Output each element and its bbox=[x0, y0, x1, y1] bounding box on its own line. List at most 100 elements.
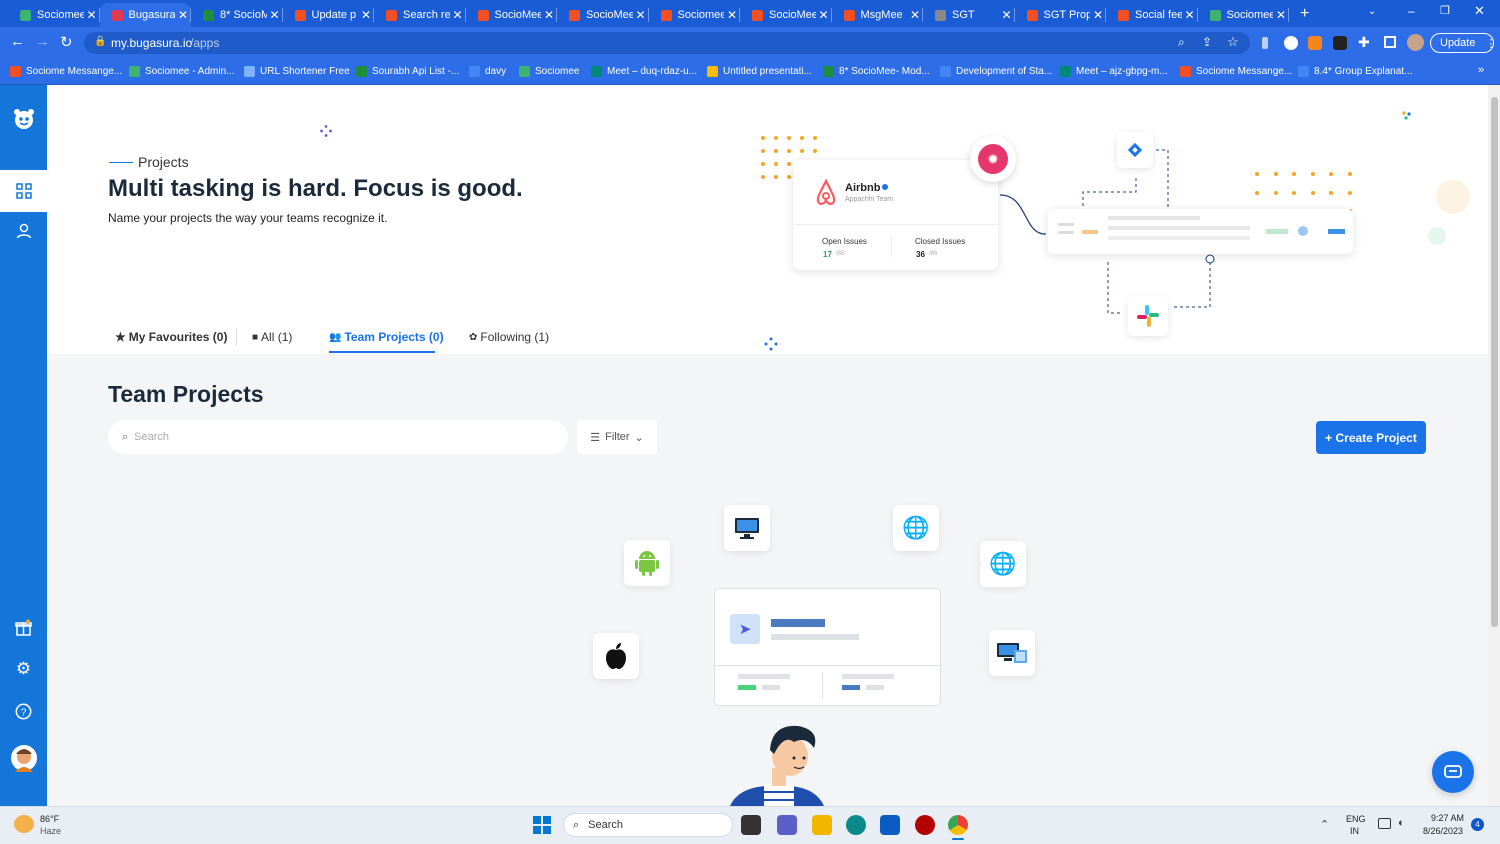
tab-close-icon[interactable]: ✕ bbox=[724, 8, 740, 22]
create-project-button[interactable]: + Create Project bbox=[1316, 421, 1426, 454]
tab-close-icon[interactable]: ✕ bbox=[999, 8, 1015, 22]
tab-search-icon[interactable]: ⌄ bbox=[1368, 6, 1376, 17]
puzzle-icon[interactable]: ✚ bbox=[1358, 34, 1370, 51]
bookmark-item[interactable]: Sourabh Api List -... bbox=[356, 64, 459, 78]
tab-close-icon[interactable]: ✕ bbox=[450, 8, 466, 22]
tab-all[interactable]: ■ All (1) bbox=[252, 330, 292, 344]
bookmark-label: davy bbox=[485, 65, 507, 77]
browser-tab[interactable]: Sociomee ✕ bbox=[649, 3, 740, 27]
weather-icon[interactable] bbox=[14, 815, 34, 833]
person-illustration bbox=[730, 725, 824, 806]
restore-icon[interactable]: ❐ bbox=[1440, 4, 1450, 17]
tab-close-icon[interactable]: ✕ bbox=[907, 8, 923, 22]
extension-plus-icon[interactable] bbox=[1284, 36, 1298, 50]
browser-tab[interactable]: Sociomee ✕ bbox=[8, 3, 100, 27]
network-icon[interactable]: ◐ bbox=[1398, 817, 1405, 829]
bookmark-star-icon[interactable]: ☆ bbox=[1227, 34, 1239, 50]
user-avatar[interactable] bbox=[0, 738, 47, 778]
bookmark-item[interactable]: davy bbox=[469, 64, 506, 78]
lang-primary[interactable]: ENG bbox=[1346, 814, 1366, 824]
bookmark-item[interactable]: 8* SocioMee- Mod... bbox=[823, 64, 930, 78]
profile-avatar[interactable] bbox=[1407, 34, 1424, 51]
teams-icon[interactable] bbox=[777, 815, 797, 835]
bookmark-item[interactable]: Sociomee - Admin... bbox=[129, 64, 234, 78]
browser-tab[interactable]: SGT ✕ bbox=[923, 3, 1015, 27]
search-input[interactable]: ⌕ Search bbox=[108, 420, 568, 454]
tab-following[interactable]: ✿ Following (1) bbox=[469, 330, 549, 344]
bookmark-item[interactable]: Sociome Messange... bbox=[10, 64, 122, 78]
bookmark-item[interactable]: URL Shortener Free bbox=[244, 64, 350, 78]
gift-icon[interactable] bbox=[0, 607, 47, 647]
browser-tab[interactable]: Update p ✕ bbox=[283, 3, 374, 27]
bookmark-item[interactable]: Development of Sta... bbox=[940, 64, 1052, 78]
share-icon[interactable]: ⇪ bbox=[1202, 35, 1212, 49]
browser-tab[interactable]: SocioMee ✕ bbox=[466, 3, 557, 27]
taskbar-search[interactable]: ⌕ Search bbox=[563, 813, 733, 837]
app-red-icon[interactable] bbox=[915, 815, 935, 835]
extension-icon[interactable] bbox=[1262, 37, 1268, 49]
more-bookmarks-icon[interactable]: » bbox=[1478, 64, 1484, 76]
tab-close-icon[interactable]: ✕ bbox=[175, 8, 191, 22]
update-button[interactable]: Update ⋮ bbox=[1430, 33, 1496, 53]
back-icon[interactable]: ← bbox=[10, 33, 25, 50]
tab-team-projects[interactable]: 👥 Team Projects (0) bbox=[329, 330, 444, 344]
new-tab-button[interactable]: + bbox=[1300, 5, 1309, 23]
metamask-icon[interactable] bbox=[1308, 36, 1322, 50]
store-icon[interactable] bbox=[880, 815, 900, 835]
close-window-icon[interactable]: ✕ bbox=[1474, 3, 1485, 19]
side-panel-icon[interactable] bbox=[1384, 36, 1396, 48]
browser-tab[interactable]: SocioMee ✕ bbox=[740, 3, 832, 27]
tab-close-icon[interactable]: ✕ bbox=[1090, 8, 1106, 22]
monitor-icon[interactable] bbox=[1378, 818, 1391, 829]
user-nav-icon[interactable] bbox=[0, 211, 47, 251]
help-icon[interactable]: ? bbox=[0, 691, 47, 731]
tab-close-icon[interactable]: ✕ bbox=[541, 8, 557, 22]
browser-tab[interactable]: SGT Prop ✕ bbox=[1015, 3, 1106, 27]
tab-title: Update p bbox=[311, 9, 357, 21]
browser-tab[interactable]: MsgMee ✕ bbox=[832, 3, 923, 27]
projects-nav-icon[interactable] bbox=[0, 170, 47, 212]
forward-icon[interactable]: → bbox=[35, 33, 50, 50]
airbnb-logo-icon bbox=[809, 176, 843, 210]
tab-close-icon[interactable]: ✕ bbox=[267, 8, 283, 22]
tab-close-icon[interactable]: ✕ bbox=[633, 8, 649, 22]
tab-close-icon[interactable]: ✕ bbox=[1273, 8, 1289, 22]
file-explorer-icon[interactable] bbox=[812, 815, 832, 835]
browser-tab[interactable]: Bugasura ✕ bbox=[99, 3, 191, 27]
tab-close-icon[interactable]: ✕ bbox=[84, 8, 100, 22]
minimize-icon[interactable]: – bbox=[1408, 4, 1415, 18]
chrome-icon[interactable] bbox=[948, 815, 968, 835]
bookmark-item[interactable]: 8.4* Group Explanat... bbox=[1298, 64, 1412, 78]
bookmark-item[interactable]: Sociomee bbox=[519, 64, 579, 78]
bookmark-item[interactable]: Sociome Messange... bbox=[1180, 64, 1292, 78]
tab-close-icon[interactable]: ✕ bbox=[816, 8, 832, 22]
tab-close-icon[interactable]: ✕ bbox=[1182, 8, 1198, 22]
scrollbar-thumb[interactable] bbox=[1491, 97, 1498, 627]
windows-start-icon[interactable] bbox=[533, 816, 551, 834]
bookmark-item[interactable]: Meet – ajz-gbpg-m... bbox=[1060, 64, 1168, 78]
browser-tab[interactable]: Social fee ✕ bbox=[1106, 3, 1198, 27]
tab-close-icon[interactable]: ✕ bbox=[358, 8, 374, 22]
settings-gear-icon[interactable]: ⚙ bbox=[0, 649, 47, 689]
tray-chevron-icon[interactable]: ⌃ bbox=[1320, 818, 1329, 831]
zoom-icon[interactable]: ⌕ bbox=[1178, 35, 1185, 50]
browser-tab[interactable]: Sociomee ✕ bbox=[1198, 3, 1289, 27]
reload-icon[interactable]: ↻ bbox=[60, 33, 73, 51]
bookmark-item[interactable]: Meet – duq-rdaz-u... bbox=[591, 64, 697, 78]
chat-button[interactable] bbox=[1432, 751, 1474, 793]
tab-my-favourites[interactable]: ★ My Favourites (0) bbox=[115, 330, 227, 344]
placeholder-bar bbox=[1108, 226, 1250, 230]
edge-icon[interactable] bbox=[846, 815, 866, 835]
clock-time[interactable]: 9:27 AM bbox=[1431, 813, 1464, 823]
filter-button[interactable]: ☰ Filter ⌄ bbox=[577, 420, 657, 454]
bookmark-item[interactable]: Untitled presentati... bbox=[707, 64, 812, 78]
browser-tab[interactable]: SocioMee ✕ bbox=[557, 3, 649, 27]
notification-badge[interactable]: 4 bbox=[1471, 818, 1484, 831]
address-bar[interactable]: 🔒 my.bugasura.io /apps ⌕ ⇪ ☆ bbox=[84, 32, 1250, 54]
task-view-icon[interactable] bbox=[741, 815, 761, 835]
extension-dark-icon[interactable] bbox=[1333, 36, 1347, 50]
scrollbar[interactable] bbox=[1488, 85, 1500, 806]
bugasura-logo-icon[interactable] bbox=[0, 99, 47, 139]
browser-tab[interactable]: Search re ✕ bbox=[374, 3, 466, 27]
browser-tab[interactable]: 8* SocioM ✕ bbox=[191, 3, 283, 27]
